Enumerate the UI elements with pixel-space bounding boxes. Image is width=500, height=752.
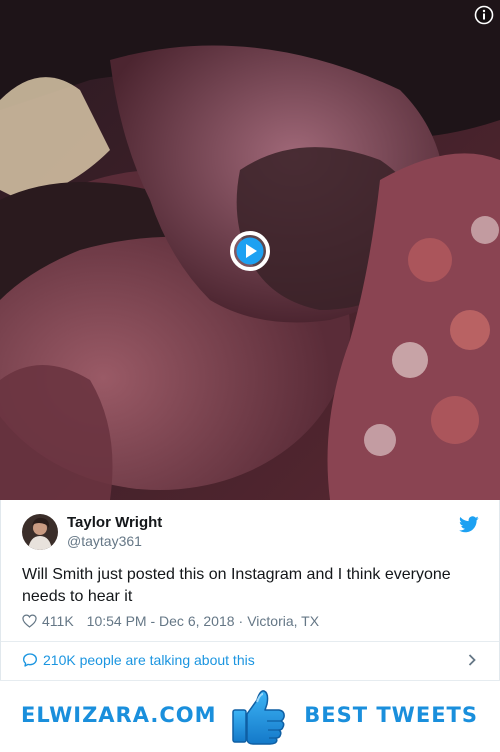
tweet-location[interactable]: Victoria, TX [247,613,319,629]
tweet-meta: 411K 10:54 PM - Dec 6, 2018 · Victoria, … [22,612,319,630]
tweet-text: Will Smith just posted this on Instagram… [22,566,451,605]
conversation-link[interactable]: 210K people are talking about this [22,650,478,670]
conversation-label: 210K people are talking about this [43,652,255,668]
tweet-timestamp[interactable]: 10:54 PM - Dec 6, 2018 [87,613,235,629]
brand-banner: ELWIZARA.COM BEST TWEETS [0,680,500,752]
thumbs-up-icon [232,690,285,745]
divider [1,641,499,642]
chevron-right-icon [468,654,476,666]
author-handle[interactable]: @taytay361 [67,533,142,549]
avatar[interactable] [22,514,58,550]
best-tweets-label: BEST TWEETS [304,703,478,727]
play-icon[interactable] [229,230,271,272]
author-name[interactable]: Taylor Wright [67,514,162,531]
tweet-card: Taylor Wright @taytay361 Will Smith just… [0,500,500,680]
meta-separator: · [238,613,244,629]
info-icon[interactable] [474,5,494,25]
site-name[interactable]: ELWIZARA.COM [21,703,217,727]
heart-icon[interactable] [22,614,37,628]
like-count[interactable]: 411K [42,613,74,629]
speech-bubble-icon [23,653,37,667]
tweet-video[interactable] [0,0,500,500]
twitter-bird-icon[interactable] [459,516,479,533]
